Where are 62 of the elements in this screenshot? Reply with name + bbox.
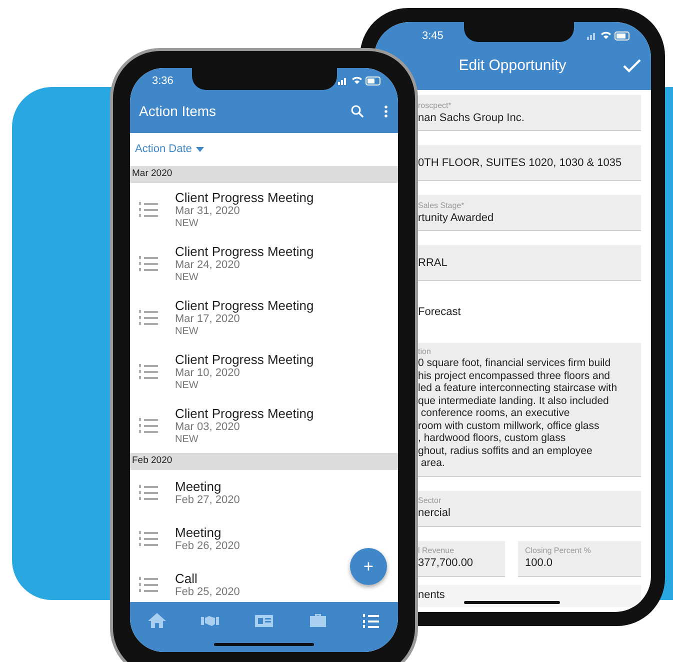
item-date: Mar 31, 2020 xyxy=(175,205,241,218)
sort-dropdown[interactable]: Action Date xyxy=(135,141,204,158)
numbered-list-icon xyxy=(139,417,159,435)
item-title: Call xyxy=(175,571,198,586)
caret-icon xyxy=(196,147,204,152)
status-icons xyxy=(338,76,382,86)
numbered-list-icon xyxy=(139,576,159,594)
item-date: Feb 27, 2020 xyxy=(175,494,240,507)
numbered-list-icon xyxy=(139,363,159,381)
item-title: Client Progress Meeting xyxy=(175,352,314,367)
field-value: nan Sachs Group Inc. xyxy=(418,110,526,124)
field-value: rtunity Awarded xyxy=(418,210,495,224)
status-time: 3:36 xyxy=(152,74,174,89)
screen-title: Action Items xyxy=(139,102,218,121)
item-date: Feb 25, 2020 xyxy=(175,586,240,599)
item-title: Client Progress Meeting xyxy=(175,406,314,421)
field-value: 0TH FLOOR, SUITES 1020, 1030 & 1035 xyxy=(418,156,623,170)
numbered-list-icon xyxy=(139,484,159,502)
item-title: Client Progress Meeting xyxy=(175,244,314,259)
check-icon[interactable] xyxy=(623,59,641,73)
field-label: Sector xyxy=(418,496,442,506)
item-title: Meeting xyxy=(175,479,222,494)
numbered-list-icon xyxy=(139,201,159,219)
more-options-icon[interactable] xyxy=(384,105,388,118)
form-field[interactable]: Closing Percent % 100.0 xyxy=(518,540,641,576)
numbered-list-icon xyxy=(139,309,159,327)
field-value: nercial xyxy=(418,506,452,520)
field-value: 377,700.00 xyxy=(418,556,474,570)
item-date: Mar 17, 2020 xyxy=(175,313,241,326)
numbered-list-icon xyxy=(139,530,159,548)
item-date: Feb 26, 2020 xyxy=(175,540,240,553)
item-status: NEW xyxy=(175,272,200,284)
field-value: Forecast xyxy=(417,304,462,320)
field-label: l Revenue xyxy=(418,546,456,556)
section-header: Mar 2020 xyxy=(130,166,398,183)
item-date: Mar 10, 2020 xyxy=(175,367,241,380)
screen-title: Edit Opportunity xyxy=(458,56,566,76)
item-title: Client Progress Meeting xyxy=(175,190,314,205)
numbered-list-icon xyxy=(139,255,159,273)
item-status: NEW xyxy=(175,326,200,338)
item-title: Client Progress Meeting xyxy=(175,298,314,313)
field-value: 100.0 xyxy=(525,556,554,570)
item-title: Meeting xyxy=(175,525,222,540)
item-date: Mar 24, 2020 xyxy=(175,259,241,272)
status-icons xyxy=(587,31,631,41)
numbered-list-icon[interactable] xyxy=(361,612,382,629)
field-label: Closing Percent % xyxy=(525,546,592,556)
item-status: NEW xyxy=(175,218,200,230)
field-label: roscpect* xyxy=(418,100,452,110)
search-icon[interactable] xyxy=(351,105,364,118)
item-status: NEW xyxy=(175,380,200,392)
item-date: Mar 03, 2020 xyxy=(175,421,241,434)
home-icon[interactable] xyxy=(146,612,167,629)
briefcase-icon[interactable] xyxy=(308,612,328,629)
contact-card-icon[interactable] xyxy=(254,612,274,629)
field-label: tion xyxy=(418,347,432,357)
item-status: NEW xyxy=(175,434,200,446)
field-label: Sales Stage* xyxy=(418,200,466,210)
section-header: Feb 2020 xyxy=(130,453,398,470)
status-time: 3:45 xyxy=(422,28,444,44)
field-value: RRAL xyxy=(418,256,448,270)
field-value: 0 square foot, financial services firm build his project encompassed three floors and led a feature interconnecting staircase with que intermediate landing. It also included conference rooms, an executive room with custom millwork, office glass , hardwood floors, custom glass ghout, radius soffits and an employee area. xyxy=(418,357,618,470)
